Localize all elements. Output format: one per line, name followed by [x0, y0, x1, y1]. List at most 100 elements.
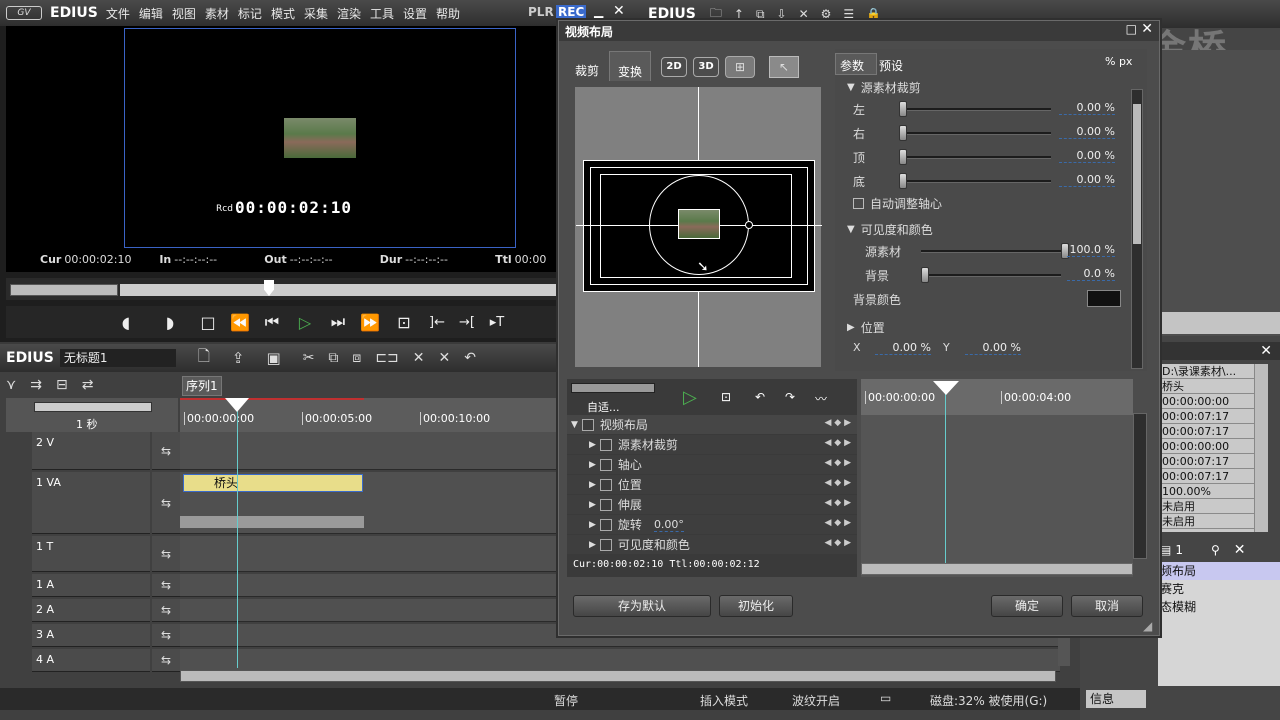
effect-list-icon[interactable]: ▤ — [1160, 543, 1171, 557]
mark-in-icon[interactable]: ◖ — [104, 313, 148, 332]
shuttle-bar[interactable] — [10, 284, 118, 296]
kf-expand-icon[interactable]: ▶ — [589, 520, 596, 530]
rec-label[interactable]: REC — [556, 5, 587, 19]
rotation-handle[interactable] — [745, 221, 753, 229]
effect-delete-icon[interactable]: ✕ — [1234, 542, 1246, 558]
track-header[interactable]: 1 VA — [32, 472, 150, 534]
pos-x-value[interactable]: 0.00 % — [875, 341, 931, 355]
kf-redo-icon[interactable]: ↷ — [785, 390, 795, 404]
open-icon[interactable]: ⇪ — [232, 349, 245, 367]
kf-checkbox[interactable] — [599, 518, 612, 531]
zoom-slider[interactable] — [34, 402, 152, 412]
paste-icon[interactable]: ⧈ — [352, 350, 361, 366]
undo-icon[interactable]: ↶ — [464, 350, 476, 366]
delete-icon[interactable]: ✕ — [799, 7, 809, 21]
track-sync-toggle-icon[interactable]: ⇆ — [152, 599, 180, 622]
param-scroll-thumb[interactable] — [1133, 104, 1141, 244]
new-icon[interactable]: 🗋 — [198, 346, 210, 371]
crop-slider[interactable] — [899, 125, 1051, 141]
kf-extra-value[interactable]: 0.00° — [653, 518, 684, 532]
track-add-icon[interactable]: ⋎ — [6, 377, 16, 393]
param-section[interactable]: ▶ 位置 — [835, 317, 1127, 337]
delete-clip-icon[interactable]: ✕ — [413, 350, 425, 366]
menu-item-4[interactable]: 标记 — [238, 5, 262, 22]
kf-expand-icon[interactable]: ▶ — [589, 480, 596, 490]
kf-tree-row[interactable]: ▶ 可见度和颜色 ◀ ◆ ▶ — [567, 535, 857, 555]
param-section[interactable]: ▼ 可见度和颜色 — [835, 219, 1127, 239]
track-header[interactable]: 2 V — [32, 432, 150, 470]
position-bar[interactable] — [120, 284, 558, 296]
plr-label[interactable]: PLR — [528, 5, 554, 19]
slider-thumb[interactable] — [899, 173, 907, 189]
crop-value[interactable]: 0.00 % — [1059, 125, 1115, 139]
track-sync-toggle-icon[interactable]: ⇆ — [152, 472, 180, 534]
preset-tab[interactable]: 预设 — [879, 57, 903, 74]
kf-checkbox[interactable] — [599, 498, 612, 511]
kf-vscroll[interactable] — [1133, 413, 1147, 559]
expand-icon[interactable]: ▶ — [847, 322, 855, 333]
add-icon[interactable]: ⇩ — [777, 7, 787, 21]
select-tool-icon[interactable]: ↖ — [769, 56, 799, 78]
kf-nav-icon[interactable]: ◀ ◆ ▶ — [825, 438, 852, 448]
kf-loop-icon[interactable]: ⊡ — [721, 390, 731, 404]
kf-checkbox[interactable] — [599, 458, 612, 471]
track-sync-icon[interactable]: ⇉ — [30, 377, 42, 393]
kf-nav-icon[interactable]: ◀ ◆ ▶ — [825, 478, 852, 488]
grid-view-icon[interactable]: ⊞ — [725, 56, 755, 78]
track-header[interactable]: 1 T — [32, 536, 150, 572]
set-out-icon[interactable]: →[ — [452, 315, 482, 330]
crop-value[interactable]: 0.00 % — [1059, 149, 1115, 163]
step-forward-icon[interactable]: ⏭ — [322, 312, 354, 332]
percent-toggle[interactable]: % px — [1105, 55, 1132, 68]
kf-tree-row[interactable]: ▼ 视频布局 ◀ ◆ ▶ — [567, 415, 857, 435]
overwrite-icon[interactable]: ▸T — [482, 315, 512, 330]
kf-nav-icon[interactable]: ◀ ◆ ▶ — [825, 458, 852, 468]
menu-item-3[interactable]: 素材 — [205, 5, 229, 22]
menu-item-0[interactable]: 文件 — [106, 5, 130, 22]
initialize-button[interactable]: 初始化 — [719, 595, 793, 617]
track-header[interactable]: 2 A — [32, 599, 150, 622]
set-in-icon[interactable]: ]← — [422, 315, 452, 330]
kf-tree-row[interactable]: ▶ 位置 ◀ ◆ ▶ — [567, 475, 857, 495]
kf-undo-icon[interactable]: ↶ — [755, 390, 765, 404]
kf-expand-icon[interactable]: ▶ — [589, 500, 596, 510]
effect-item[interactable]: 频布局 — [1158, 562, 1280, 580]
expand-icon[interactable]: ▼ — [847, 224, 855, 235]
track-sync-toggle-icon[interactable]: ⇆ — [152, 624, 180, 647]
kf-checkbox[interactable] — [599, 538, 612, 551]
info-close-icon[interactable]: ✕ — [1260, 343, 1272, 359]
slider-thumb[interactable] — [899, 125, 907, 141]
kf-tree-row[interactable]: ▶ 旋转 0.00° ◀ ◆ ▶ — [567, 515, 857, 535]
track-header[interactable]: 3 A — [32, 624, 150, 647]
dialog-maximize-icon[interactable]: □ — [1126, 22, 1137, 36]
kf-expand-icon[interactable]: ▶ — [589, 460, 596, 470]
track-header[interactable]: 1 A — [32, 574, 150, 597]
step-back-icon[interactable]: ⏮ — [256, 312, 288, 332]
kf-zoom-slider[interactable] — [571, 383, 655, 393]
track-sync-toggle-icon[interactable]: ⇆ — [152, 649, 180, 672]
loop-icon[interactable]: ⊡ — [386, 313, 422, 332]
mode-2d-button[interactable]: 2D — [661, 57, 687, 77]
kf-tree-row[interactable]: ▶ 轴心 ◀ ◆ ▶ — [567, 455, 857, 475]
crop-slider[interactable] — [899, 149, 1051, 165]
ok-button[interactable]: 确定 — [991, 595, 1063, 617]
audio-clip[interactable] — [180, 516, 364, 528]
close-icon[interactable]: ✕ — [613, 3, 625, 19]
lock-icon[interactable]: 🔒 — [866, 7, 881, 21]
menu-item-9[interactable]: 设置 — [403, 5, 427, 22]
visibility-value[interactable]: 100.0 % — [1067, 243, 1115, 257]
expand-icon[interactable]: ▼ — [847, 82, 855, 93]
menu-item-7[interactable]: 渲染 — [337, 5, 361, 22]
menu-item-8[interactable]: 工具 — [370, 5, 394, 22]
kf-nav-icon[interactable]: ◀ ◆ ▶ — [825, 518, 852, 528]
kf-nav-icon[interactable]: ◀ ◆ ▶ — [825, 498, 852, 508]
kf-checkbox[interactable] — [599, 438, 612, 451]
save-default-button[interactable]: 存为默认 — [573, 595, 711, 617]
scale-value[interactable]: 1 秒 — [76, 416, 98, 432]
effect-settings-icon[interactable]: ⚲ — [1211, 543, 1220, 557]
play-icon[interactable]: ▷ — [288, 313, 322, 332]
visibility-slider[interactable] — [921, 267, 1061, 283]
link-icon[interactable]: ⊏⊐ — [375, 350, 398, 366]
kf-nav-icon[interactable]: ◀ ◆ ▶ — [825, 418, 852, 428]
mode-3d-button[interactable]: 3D — [693, 57, 719, 77]
